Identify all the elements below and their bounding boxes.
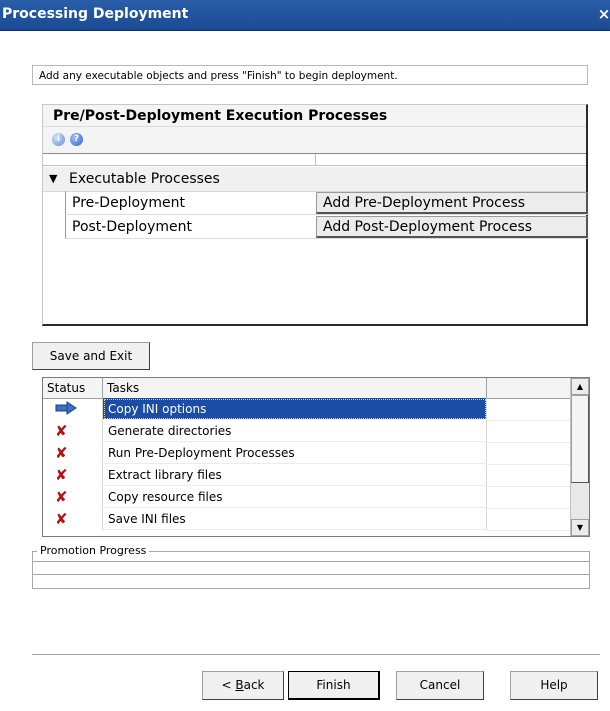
back-button[interactable]: < Back bbox=[202, 671, 284, 700]
add-pre-deployment-process-button[interactable]: Add Pre-Deployment Process bbox=[316, 192, 588, 214]
property-row-post-deployment: Post-Deployment Add Post-Deployment Proc… bbox=[65, 215, 589, 239]
table-row[interactable]: ✘ Extract library files bbox=[43, 464, 571, 487]
failed-x-icon: ✘ bbox=[55, 422, 68, 440]
table-row[interactable]: Copy INI options bbox=[43, 398, 571, 421]
help-icon[interactable]: ? bbox=[70, 133, 83, 146]
add-post-deployment-process-button[interactable]: Add Post-Deployment Process bbox=[316, 216, 588, 238]
category-executable-processes[interactable]: ▼ Executable Processes bbox=[43, 167, 586, 192]
failed-x-icon: ✘ bbox=[55, 488, 68, 506]
vertical-scrollbar[interactable]: ▲ ▼ bbox=[570, 378, 589, 536]
back-prefix: < bbox=[221, 678, 236, 692]
info-icon[interactable]: i bbox=[52, 133, 65, 146]
scroll-up-icon[interactable]: ▲ bbox=[571, 378, 589, 395]
category-label: Executable Processes bbox=[69, 171, 220, 187]
scrollbar-thumb[interactable] bbox=[571, 395, 589, 483]
in-progress-arrow-icon bbox=[55, 401, 77, 415]
window-title: Processing Deployment bbox=[2, 6, 189, 22]
table-row[interactable]: ✘ Copy resource files bbox=[43, 486, 571, 509]
finish-button[interactable]: Finish bbox=[288, 671, 380, 700]
task-name: Save INI files bbox=[103, 508, 487, 530]
help-button[interactable]: Help bbox=[510, 671, 598, 700]
promotion-progress-group: Promotion Progress bbox=[32, 544, 590, 589]
close-icon[interactable]: × bbox=[596, 5, 610, 23]
failed-x-icon: ✘ bbox=[55, 466, 68, 484]
table-row[interactable]: ✘ Run Pre-Deployment Processes bbox=[43, 442, 571, 465]
property-panel-toolbar: i ? bbox=[43, 127, 586, 153]
failed-x-icon: ✘ bbox=[55, 444, 68, 462]
task-name: Run Pre-Deployment Processes bbox=[103, 442, 487, 464]
instruction-text: Add any executable objects and press "Fi… bbox=[32, 65, 588, 85]
property-row-pre-deployment: Pre-Deployment Add Pre-Deployment Proces… bbox=[65, 191, 589, 215]
save-and-exit-button[interactable]: Save and Exit bbox=[32, 342, 150, 370]
back-mnemonic: B bbox=[235, 678, 244, 692]
property-name: Post-Deployment bbox=[72, 219, 192, 235]
task-name: Generate directories bbox=[103, 420, 487, 442]
column-header-status[interactable]: Status bbox=[43, 378, 103, 398]
failed-x-icon: ✘ bbox=[55, 510, 68, 528]
task-name: Copy resource files bbox=[103, 486, 487, 508]
expand-collapse-icon[interactable]: ▼ bbox=[49, 167, 57, 191]
scroll-down-icon[interactable]: ▼ bbox=[571, 519, 589, 536]
column-header-extra[interactable] bbox=[487, 378, 571, 398]
bottom-separator bbox=[32, 654, 600, 656]
table-row[interactable]: ✘ Generate directories bbox=[43, 420, 571, 443]
task-name: Copy INI options bbox=[103, 398, 487, 420]
column-header-tasks[interactable]: Tasks bbox=[103, 378, 487, 398]
property-panel-title: Pre/Post-Deployment Execution Processes bbox=[43, 105, 586, 127]
column-divider bbox=[315, 154, 316, 165]
cancel-button[interactable]: Cancel bbox=[396, 671, 484, 700]
title-bar: Processing Deployment × bbox=[0, 0, 610, 31]
property-grid-header bbox=[43, 153, 586, 166]
back-rest: ack bbox=[243, 678, 265, 692]
task-name: Extract library files bbox=[103, 464, 487, 486]
promotion-progress-bar bbox=[33, 561, 589, 575]
promotion-progress-label: Promotion Progress bbox=[37, 544, 150, 557]
table-row[interactable]: ✘ Save INI files bbox=[43, 508, 571, 531]
property-name: Pre-Deployment bbox=[72, 195, 185, 211]
task-list: Status Tasks Copy INI options ✘ Generate… bbox=[42, 377, 590, 537]
task-list-header: Status Tasks bbox=[43, 378, 571, 399]
property-panel: Pre/Post-Deployment Execution Processes … bbox=[42, 104, 589, 326]
